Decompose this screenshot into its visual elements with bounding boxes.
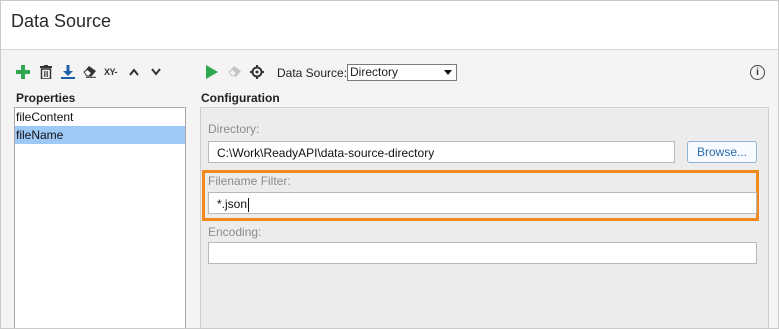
data-source-select-value: Directory [350,65,399,79]
data-source-label: Data Source: [277,66,348,80]
chevron-down-icon [444,70,452,75]
window-title: Data Source [11,11,112,31]
encoding-input[interactable] [208,242,757,264]
browse-button[interactable]: Browse... [687,141,757,163]
run-icon[interactable] [204,64,220,80]
directory-input[interactable]: C:\Work\ReadyAPI\data-source-directory [208,141,675,163]
gear-icon[interactable] [249,64,265,80]
filename-filter-input[interactable]: *.json [208,192,757,214]
chevron-up-icon[interactable] [126,64,142,80]
eraser-disabled-icon[interactable] [227,64,243,80]
properties-list: fileContent fileName [14,107,186,328]
data-source-select[interactable]: Directory [347,64,457,81]
xy-icon[interactable]: XY- [104,67,118,77]
property-item-filecontent[interactable]: fileContent [15,108,185,126]
text-caret [248,197,250,212]
info-icon[interactable]: i [750,65,765,80]
properties-heading: Properties [16,91,76,105]
download-icon[interactable] [60,64,76,80]
add-icon[interactable] [15,64,31,80]
body-area: XY- Data Source: Directory i Properties … [1,50,778,328]
property-item-filename[interactable]: fileName [15,126,185,144]
chevron-down-icon[interactable] [148,64,164,80]
configuration-heading: Configuration [201,91,280,105]
directory-label: Directory: [208,122,260,136]
filename-filter-value: *.json [217,197,248,211]
delete-icon[interactable] [38,64,54,80]
data-source-window: Data Source XY- Data Source: Directory i… [0,0,779,329]
filename-filter-label: Filename Filter: [208,174,291,188]
encoding-label: Encoding: [208,225,262,239]
configuration-panel: Directory: C:\Work\ReadyAPI\data-source-… [200,107,769,328]
title-bar: Data Source [1,1,778,50]
eraser-icon[interactable] [82,64,98,80]
